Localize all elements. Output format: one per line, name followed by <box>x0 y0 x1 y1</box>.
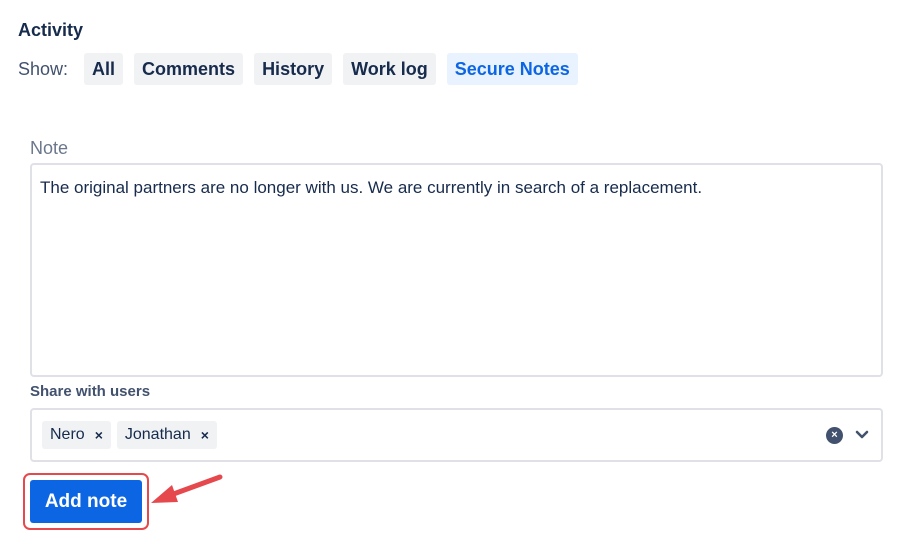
note-label: Note <box>30 138 69 158</box>
remove-jonathan-icon[interactable]: × <box>201 427 209 443</box>
filter-history-button[interactable]: History <box>254 53 333 85</box>
filter-work-log-button[interactable]: Work log <box>343 53 436 85</box>
user-tag-nero: Nero × <box>42 421 111 449</box>
activity-filter-bar: Show: All Comments History Work log Secu… <box>18 53 589 85</box>
user-tag-label: Nero <box>50 426 85 443</box>
add-note-button[interactable]: Add note <box>30 480 142 523</box>
filter-all-button[interactable]: All <box>84 53 124 85</box>
remove-nero-icon[interactable]: × <box>95 427 103 443</box>
filter-secure-notes-button[interactable]: Secure Notes <box>446 53 578 85</box>
share-users-select[interactable]: Nero × Jonathan × × <box>30 408 883 462</box>
filter-comments-button[interactable]: Comments <box>134 53 244 85</box>
show-label: Show: <box>18 58 69 79</box>
note-textarea[interactable]: The original partners are no longer with… <box>30 163 883 377</box>
clear-selection-icon[interactable]: × <box>826 426 843 444</box>
select-controls: × <box>826 426 869 444</box>
user-tag-label: Jonathan <box>124 426 191 443</box>
user-tag-jonathan: Jonathan × <box>116 421 217 449</box>
chevron-down-icon[interactable] <box>855 430 869 440</box>
activity-title: Activity <box>18 20 84 40</box>
arrow-icon <box>151 474 223 503</box>
share-with-users-label: Share with users <box>30 383 151 400</box>
